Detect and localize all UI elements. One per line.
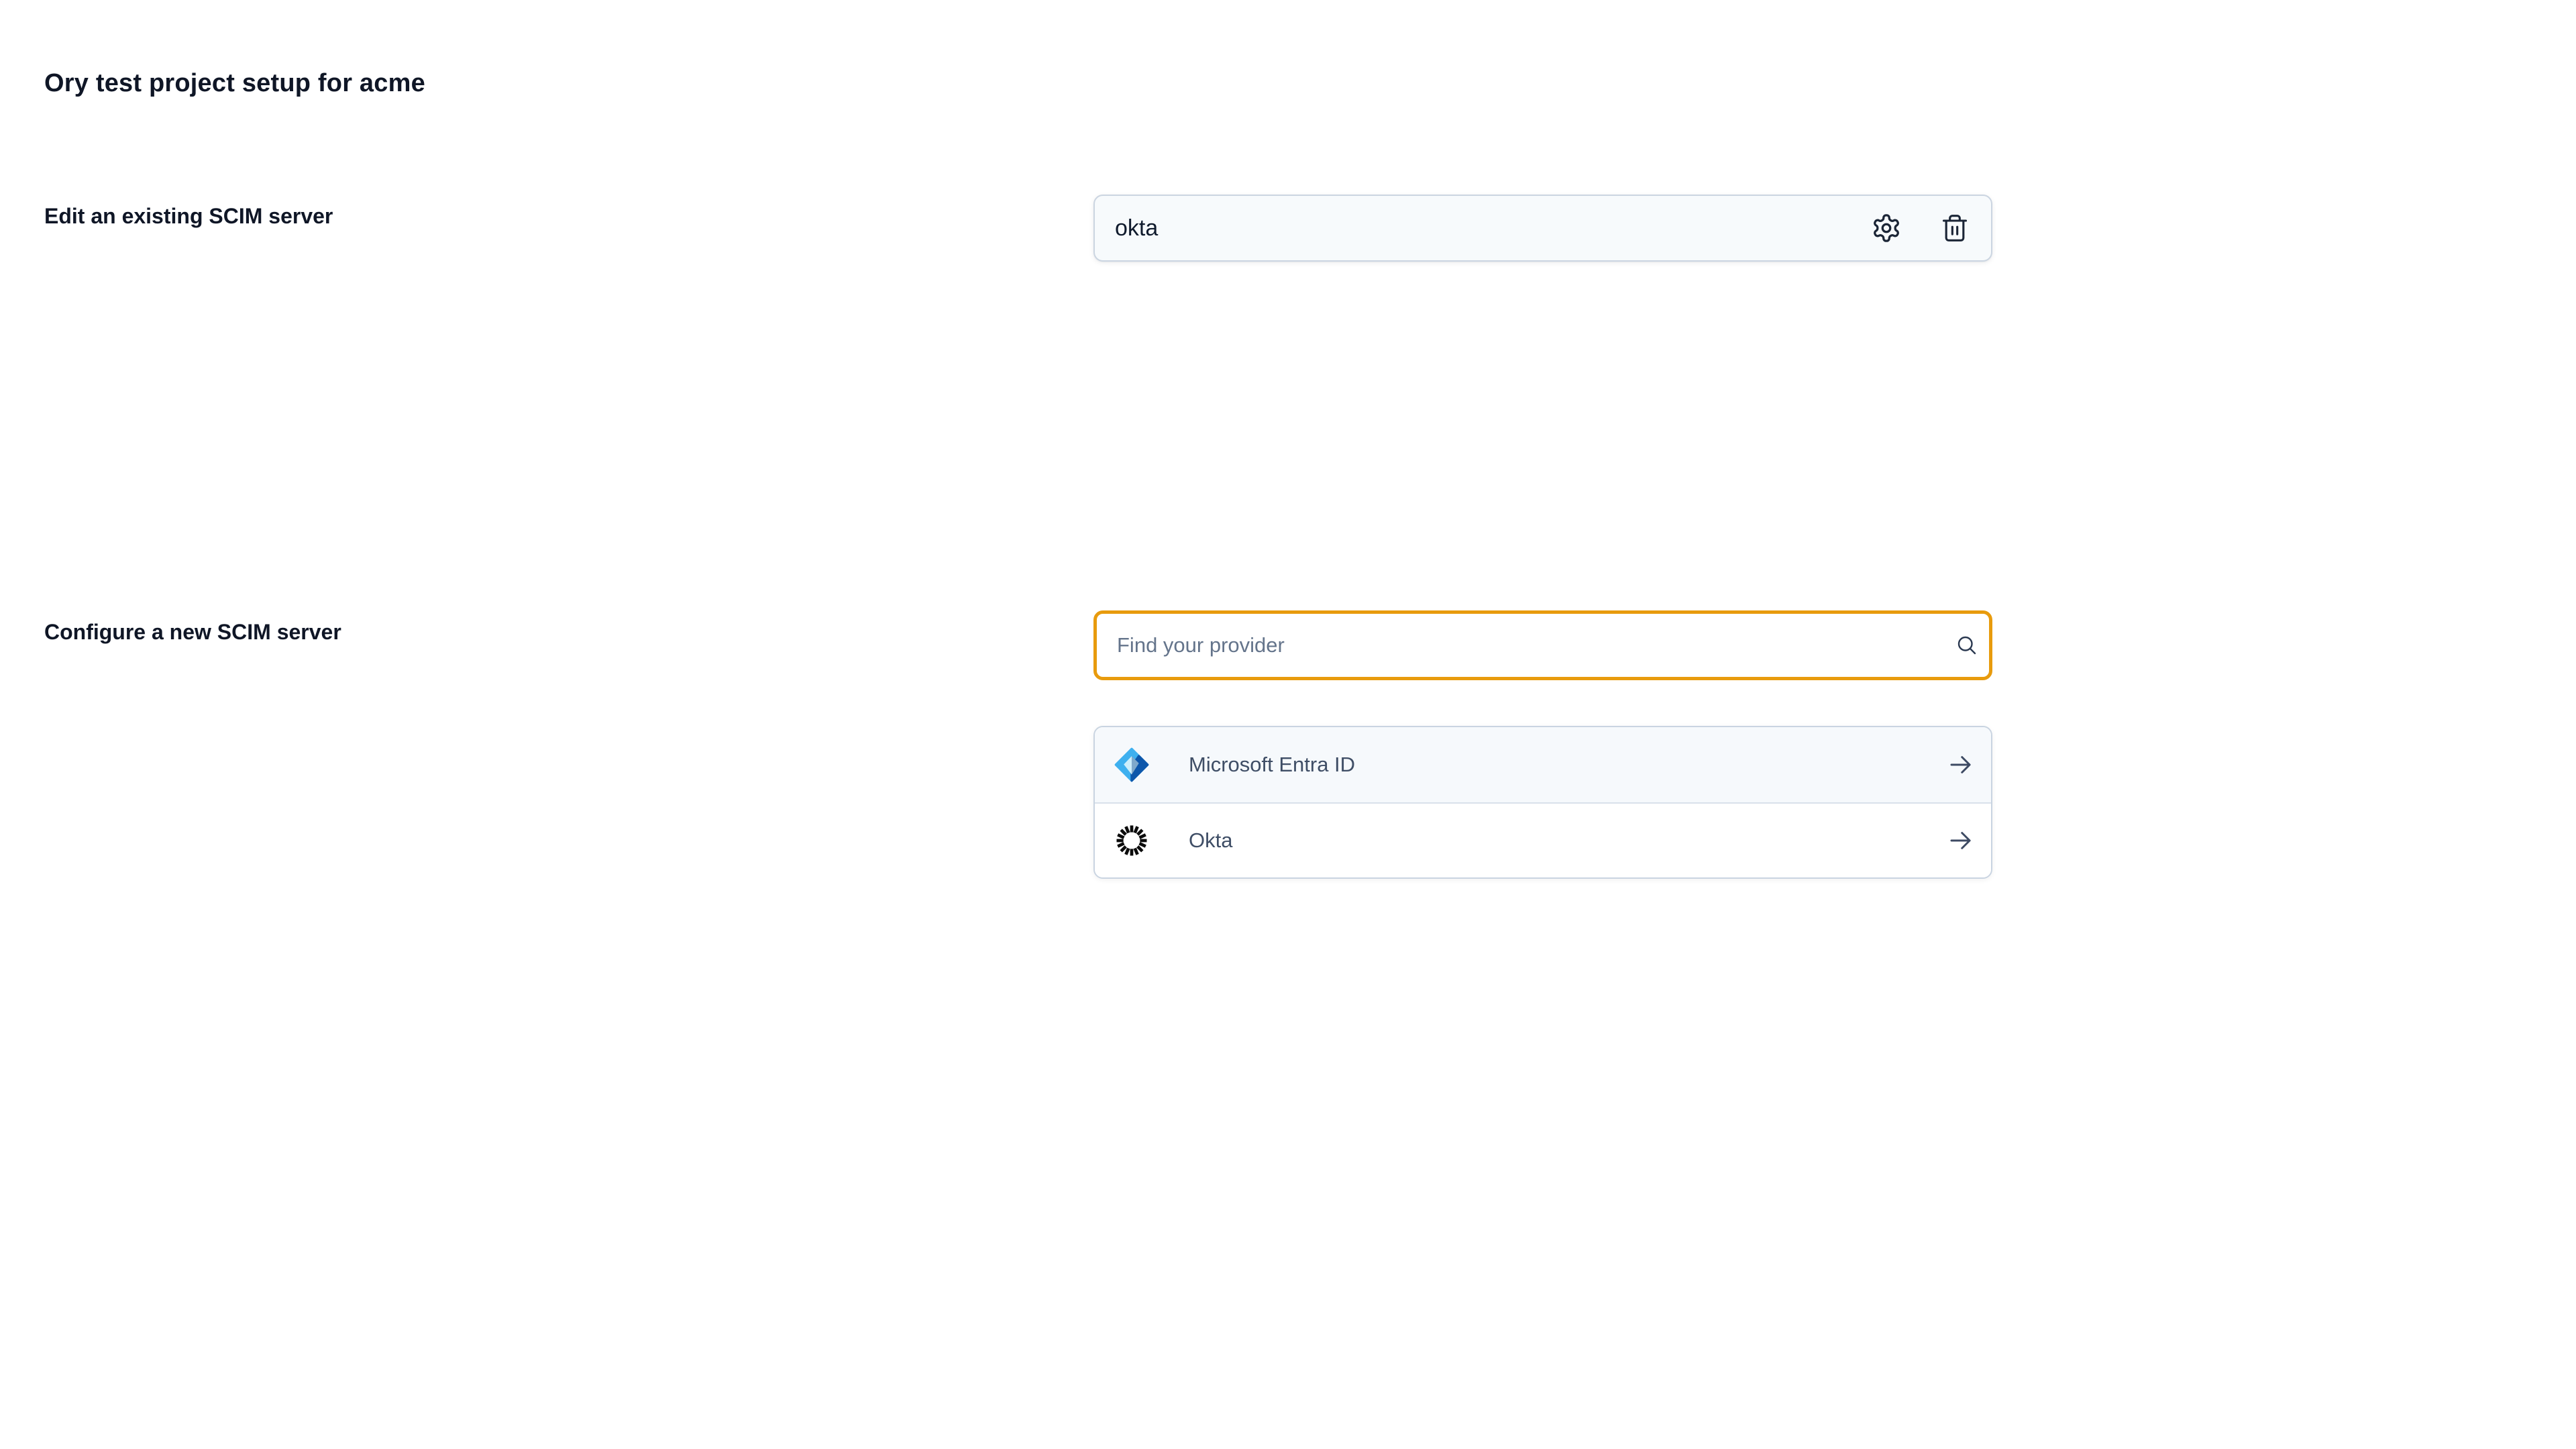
provider-name: Okta <box>1189 828 1947 853</box>
edit-existing-scim-label: Edit an existing SCIM server <box>44 203 1093 229</box>
configure-new-scim-label: Configure a new SCIM server <box>44 619 1093 645</box>
microsoft-entra-id-logo <box>1114 747 1150 783</box>
provider-search-input[interactable] <box>1093 610 1992 680</box>
edit-existing-scim-section: Edit an existing SCIM server okta <box>0 195 2576 262</box>
server-delete-button[interactable] <box>1939 212 1971 244</box>
provider-list: Microsoft Entra ID <box>1093 726 1992 879</box>
provider-search <box>1093 610 1992 680</box>
arrow-right-icon <box>1947 751 1975 779</box>
provider-name: Microsoft Entra ID <box>1189 753 1947 777</box>
okta-logo <box>1114 822 1150 859</box>
scim-setup-page: Ory test project setup for acme Edit an … <box>0 0 2576 879</box>
page-title: Ory test project setup for acme <box>44 67 2576 99</box>
gear-icon <box>1871 213 1902 244</box>
trash-icon <box>1940 213 1970 243</box>
arrow-right-icon <box>1947 826 1975 855</box>
configure-new-scim-section: Configure a new SCIM server <box>0 610 2576 879</box>
provider-row-microsoft-entra-id[interactable]: Microsoft Entra ID <box>1095 727 1991 802</box>
existing-server-row: okta <box>1093 195 1992 262</box>
provider-row-okta[interactable]: Okta <box>1095 802 1991 877</box>
server-settings-button[interactable] <box>1870 212 1902 244</box>
server-name: okta <box>1115 215 1870 241</box>
